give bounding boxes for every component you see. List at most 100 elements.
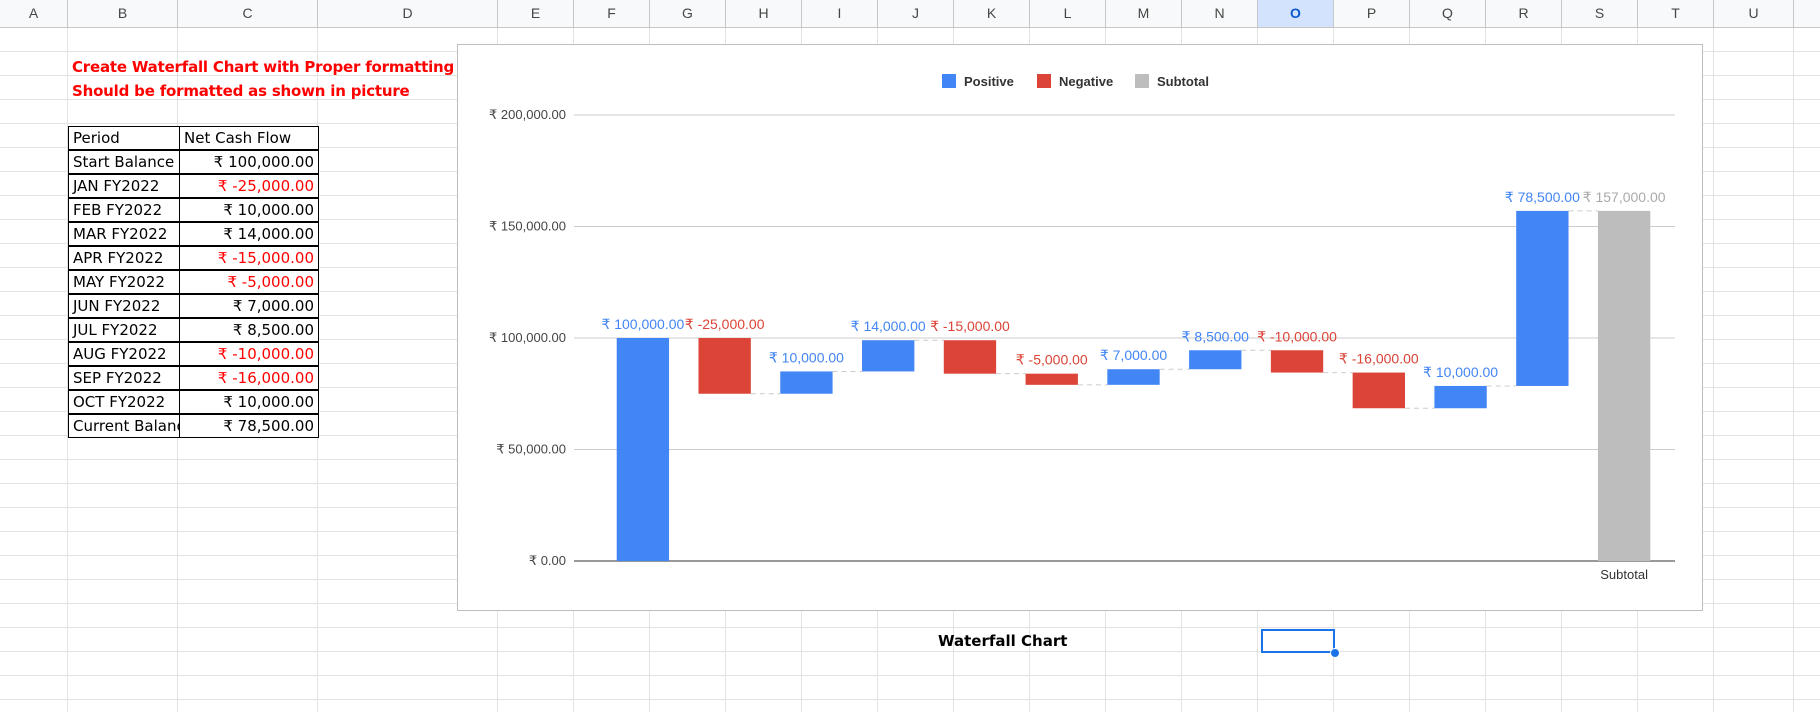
gridline-horizontal	[0, 627, 1820, 628]
table-cell-value[interactable]: ₹ 7,000.00	[179, 294, 319, 318]
table-cell-period[interactable]: AUG FY2022	[68, 342, 180, 366]
data-label: ₹ -15,000.00	[930, 318, 1010, 334]
spreadsheet-grid[interactable]: ABCDEFGHIJKLMNOPQRSTU Create Waterfall C…	[0, 0, 1820, 712]
data-label: ₹ 100,000.00	[601, 316, 684, 332]
chart-caption[interactable]: Waterfall Chart	[938, 632, 1067, 650]
y-tick-label: ₹ 50,000.00	[496, 442, 566, 457]
y-tick-label: ₹ 100,000.00	[489, 330, 566, 345]
waterfall-bar	[862, 340, 915, 372]
x-axis-label-subtotal: Subtotal	[1600, 567, 1648, 582]
legend-label-positive: Positive	[964, 74, 1014, 89]
waterfall-bar	[1189, 350, 1242, 370]
legend-swatch-subtotal	[1135, 74, 1149, 88]
data-label: ₹ 10,000.00	[769, 349, 844, 365]
table-cell-value[interactable]: ₹ -16,000.00	[179, 366, 319, 390]
column-header-f[interactable]: F	[574, 0, 650, 27]
data-label: ₹ -16,000.00	[1339, 351, 1419, 367]
waterfall-bar	[616, 338, 670, 561]
table-cell-value[interactable]: ₹ 10,000.00	[179, 390, 319, 414]
column-header-e[interactable]: E	[498, 0, 574, 27]
column-header-h[interactable]: H	[726, 0, 802, 27]
waterfall-bar	[943, 340, 997, 374]
instruction-note-1[interactable]: Create Waterfall Chart with Proper forma…	[72, 58, 454, 76]
column-header-p[interactable]: P	[1334, 0, 1410, 27]
waterfall-bar	[1434, 385, 1487, 409]
data-label: ₹ -5,000.00	[1016, 352, 1088, 368]
waterfall-chart[interactable]: ₹ 0.00 ₹ 50,000.00 ₹ 100,000.00 ₹ 150,000.0…	[457, 44, 1703, 611]
table-cell-period[interactable]: Current Balance	[68, 414, 180, 438]
table-cell-period[interactable]: APR FY2022	[68, 246, 180, 270]
column-header-g[interactable]: G	[650, 0, 726, 27]
waterfall-bar	[1270, 350, 1324, 373]
data-label: ₹ 78,500.00	[1505, 189, 1580, 205]
column-header-c[interactable]: C	[178, 0, 318, 27]
table-cell-period[interactable]: JUL FY2022	[68, 318, 180, 342]
data-label: ₹ 7,000.00	[1100, 347, 1168, 363]
data-label: ₹ 10,000.00	[1423, 364, 1498, 380]
waterfall-bar	[1107, 369, 1160, 385]
table-cell-value[interactable]: ₹ 10,000.00	[179, 198, 319, 222]
legend-label-negative: Negative	[1059, 74, 1113, 89]
column-header-u[interactable]: U	[1714, 0, 1794, 27]
waterfall-bar	[1516, 210, 1569, 386]
legend-label-subtotal: Subtotal	[1157, 74, 1209, 89]
column-header-n[interactable]: N	[1182, 0, 1258, 27]
data-label: ₹ 8,500.00	[1182, 328, 1250, 344]
data-label: ₹ 157,000.00	[1583, 189, 1666, 205]
table-cell-period[interactable]: Start Balance	[68, 150, 180, 174]
table-cell-value[interactable]: ₹ -10,000.00	[179, 342, 319, 366]
legend-swatch-positive	[942, 74, 956, 88]
subtotal-bar	[1597, 210, 1651, 561]
column-header-t[interactable]: T	[1638, 0, 1714, 27]
column-header-d[interactable]: D	[318, 0, 498, 27]
column-header-r[interactable]: R	[1486, 0, 1562, 27]
table-cell-value[interactable]: ₹ 8,500.00	[179, 318, 319, 342]
column-header-bar: ABCDEFGHIJKLMNOPQRSTU	[0, 0, 1820, 28]
waterfall-bar	[1352, 372, 1405, 409]
column-header-o[interactable]: O	[1258, 0, 1334, 27]
column-header-a[interactable]: A	[0, 0, 68, 27]
y-tick-label: ₹ 0.00	[529, 553, 566, 568]
table-cell-value[interactable]: ₹ 100,000.00	[179, 150, 319, 174]
gridline-horizontal	[0, 675, 1820, 676]
chart-canvas: ₹ 0.00 ₹ 50,000.00 ₹ 100,000.00 ₹ 150,000.0…	[489, 74, 1675, 582]
waterfall-bar	[780, 371, 833, 394]
table-cell-value[interactable]: ₹ -15,000.00	[179, 246, 319, 270]
table-header-net-cash-flow[interactable]: Net Cash Flow	[179, 126, 319, 150]
table-cell-period[interactable]: MAR FY2022	[68, 222, 180, 246]
table-header-period[interactable]: Period	[68, 126, 180, 150]
column-header-l[interactable]: L	[1030, 0, 1106, 27]
legend-swatch-negative	[1037, 74, 1051, 88]
data-label: ₹ 14,000.00	[851, 318, 926, 334]
instruction-note-2[interactable]: Should be formatted as shown in picture	[72, 82, 410, 100]
table-cell-period[interactable]: JAN FY2022	[68, 174, 180, 198]
waterfall-bar	[1025, 373, 1078, 385]
table-cell-period[interactable]: MAY FY2022	[68, 270, 180, 294]
y-tick-label: ₹ 150,000.00	[489, 219, 566, 234]
y-tick-label: ₹ 200,000.00	[489, 107, 566, 122]
data-label: ₹ -10,000.00	[1257, 328, 1337, 344]
data-label: ₹ -25,000.00	[685, 316, 765, 332]
table-cell-value[interactable]: ₹ -5,000.00	[179, 270, 319, 294]
column-header-m[interactable]: M	[1106, 0, 1182, 27]
column-header-b[interactable]: B	[68, 0, 178, 27]
column-header-j[interactable]: J	[878, 0, 954, 27]
table-cell-value[interactable]: ₹ 14,000.00	[179, 222, 319, 246]
column-header-s[interactable]: S	[1562, 0, 1638, 27]
table-cell-value[interactable]: ₹ -25,000.00	[179, 174, 319, 198]
fill-handle[interactable]	[1330, 648, 1340, 658]
table-cell-period[interactable]: SEP FY2022	[68, 366, 180, 390]
table-cell-period[interactable]: JUN FY2022	[68, 294, 180, 318]
column-header-i[interactable]: I	[802, 0, 878, 27]
gridline-horizontal	[0, 651, 1820, 652]
active-cell-selection[interactable]	[1261, 629, 1335, 653]
table-cell-period[interactable]: OCT FY2022	[68, 390, 180, 414]
table-cell-value[interactable]: ₹ 78,500.00	[179, 414, 319, 438]
gridline-vertical	[1713, 0, 1714, 712]
column-header-k[interactable]: K	[954, 0, 1030, 27]
gridline-horizontal	[0, 699, 1820, 700]
gridline-vertical	[1793, 0, 1794, 712]
table-cell-period[interactable]: FEB FY2022	[68, 198, 180, 222]
waterfall-bar	[698, 338, 751, 394]
column-header-q[interactable]: Q	[1410, 0, 1486, 27]
